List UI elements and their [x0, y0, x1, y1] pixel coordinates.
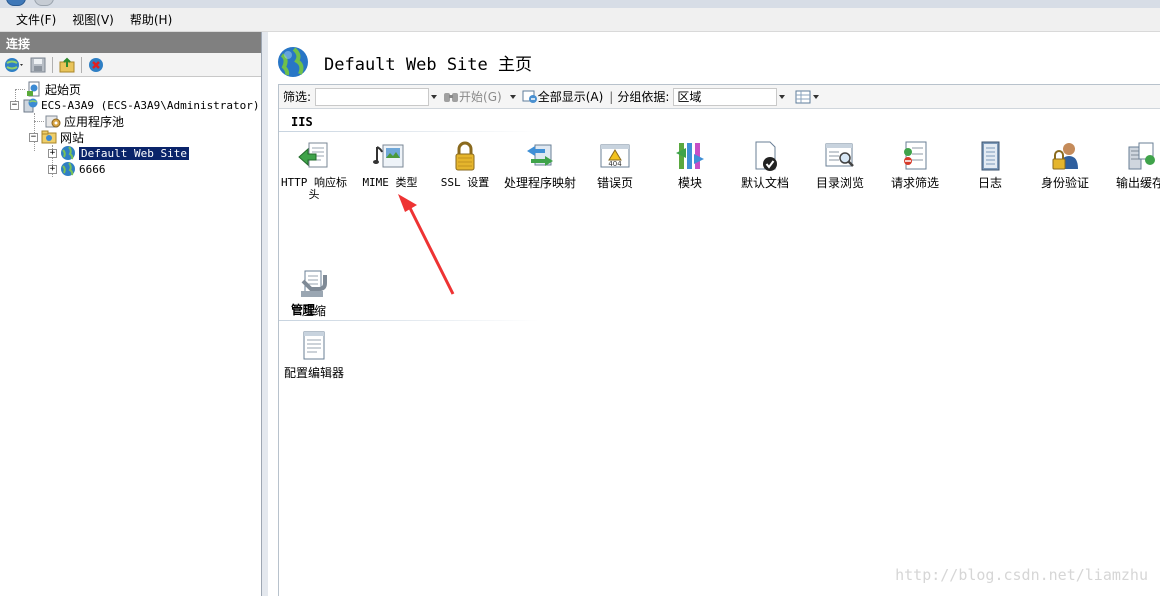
feature-error-pages[interactable]: 404 错误页 [577, 139, 653, 189]
feature-mime-types[interactable]: MIME 类型 [352, 139, 428, 189]
save-icon[interactable] [30, 57, 46, 73]
group-by-dropdown-arrow[interactable] [777, 87, 788, 106]
mime-types-icon [373, 144, 404, 168]
group-by-select[interactable]: 区域 [673, 87, 778, 106]
toolbar-separator [52, 56, 53, 73]
tree-item-site-6666[interactable]: + 6666 [0, 161, 261, 177]
connections-title: 连接 [0, 32, 261, 53]
feature-authentication[interactable]: 身份验证 [1027, 139, 1103, 189]
feature-modules[interactable]: 模块 [652, 139, 728, 189]
view-grid-icon [795, 90, 811, 103]
filter-input[interactable] [315, 87, 430, 106]
filter-dropdown-arrow[interactable] [429, 87, 440, 106]
section-divider [279, 131, 539, 132]
start-filter-button[interactable]: 开始(G) [443, 88, 502, 105]
menu-file[interactable]: 文件(F) [8, 11, 64, 28]
logging-icon [981, 141, 1000, 171]
binoculars-icon [444, 92, 459, 102]
toolbar-separator [81, 56, 82, 73]
feature-view: 筛选: 开始(G) 全部显示(A) | 分组依据: 区域 IIS HTTP 响应… [278, 84, 1160, 596]
back-button[interactable] [6, 0, 26, 6]
menu-help[interactable]: 帮助(H) [122, 11, 180, 28]
start-dropdown-arrow[interactable] [507, 87, 518, 106]
connections-pane: 连接 起始页 − ECS-A3A9 (ECS-A3A9\Administrato… [0, 32, 262, 596]
menu-bar: 文件(F) 视图(V) 帮助(H) [0, 8, 1160, 32]
section-title-iis: IIS [291, 115, 313, 129]
feature-directory-browsing[interactable]: 目录浏览 [802, 139, 878, 189]
forward-button[interactable] [34, 0, 54, 6]
filter-toolbar: 筛选: 开始(G) 全部显示(A) | 分组依据: 区域 [279, 85, 1160, 109]
app-pools-icon [45, 113, 61, 129]
expand-toggle[interactable]: + [48, 164, 57, 174]
site-globe-icon [276, 45, 310, 79]
expand-toggle[interactable]: + [48, 148, 57, 158]
view-dropdown-arrow[interactable] [811, 88, 821, 106]
globe-icon [60, 161, 76, 177]
authentication-icon [1052, 143, 1078, 170]
tree-item-default-web-site[interactable]: + Default Web Site [0, 145, 261, 161]
section-divider [279, 320, 539, 321]
directory-browsing-icon [825, 143, 854, 167]
default-document-icon [755, 141, 777, 171]
ssl-lock-icon [455, 141, 475, 171]
feature-logging[interactable]: 日志 [952, 139, 1028, 189]
section-title-management: 管理 [291, 303, 316, 317]
page-title: Default Web Site 主页 [324, 54, 532, 75]
http-response-headers-icon [298, 142, 328, 168]
connections-tree: 起始页 − ECS-A3A9 (ECS-A3A9\Administrator) … [0, 77, 261, 177]
collapse-toggle[interactable]: − [10, 100, 19, 110]
modules-icon [676, 143, 704, 169]
watermark: http://blog.csdn.net/liamzhu [895, 566, 1148, 584]
output-caching-icon [1128, 142, 1155, 170]
error-pages-icon: 404 [600, 144, 630, 168]
menu-view[interactable]: 视图(V) [64, 11, 122, 28]
tree-item-start-page[interactable]: 起始页 [0, 81, 261, 97]
features-pane: Default Web Site 主页 筛选: 开始(G) 全部显示(A) | … [268, 32, 1160, 596]
handler-mappings-icon [527, 144, 553, 166]
tree-item-server[interactable]: − ECS-A3A9 (ECS-A3A9\Administrator) [0, 97, 261, 113]
connections-toolbar [0, 53, 261, 77]
show-all-button[interactable]: 全部显示(A) [522, 88, 603, 105]
configuration-editor-icon [303, 331, 325, 360]
filter-label: 筛选: [283, 90, 312, 104]
feature-configuration-editor[interactable]: 配置编辑器 [276, 329, 352, 379]
window-title-strip [0, 0, 1160, 8]
compression-icon [301, 270, 327, 297]
sites-folder-icon [41, 129, 57, 145]
page-header: Default Web Site 主页 [276, 42, 532, 82]
request-filtering-icon [904, 141, 927, 170]
svg-text:404: 404 [608, 160, 622, 168]
globe-icon [60, 145, 76, 161]
connect-globe-icon[interactable] [4, 57, 23, 73]
tree-item-app-pools[interactable]: 应用程序池 [0, 113, 261, 129]
view-mode-button[interactable] [795, 88, 821, 106]
server-icon [22, 97, 38, 113]
delete-connection-icon[interactable] [88, 57, 104, 73]
up-folder-icon[interactable] [59, 57, 75, 73]
feature-request-filtering[interactable]: 请求筛选 [877, 139, 953, 189]
feature-ssl-settings[interactable]: SSL 设置 [427, 139, 503, 189]
tree-item-sites[interactable]: − 网站 [0, 129, 261, 145]
feature-http-response-headers[interactable]: HTTP 响应标头 [276, 139, 352, 201]
feature-handler-mappings[interactable]: 处理程序映射 [502, 139, 578, 189]
start-page-icon [26, 81, 42, 97]
feature-output-caching[interactable]: 输出缓存 [1102, 139, 1160, 189]
collapse-toggle[interactable]: − [29, 132, 38, 142]
show-all-icon [522, 90, 537, 103]
feature-default-document[interactable]: 默认文档 [727, 139, 803, 189]
group-by-label: 分组依据: [617, 90, 670, 104]
